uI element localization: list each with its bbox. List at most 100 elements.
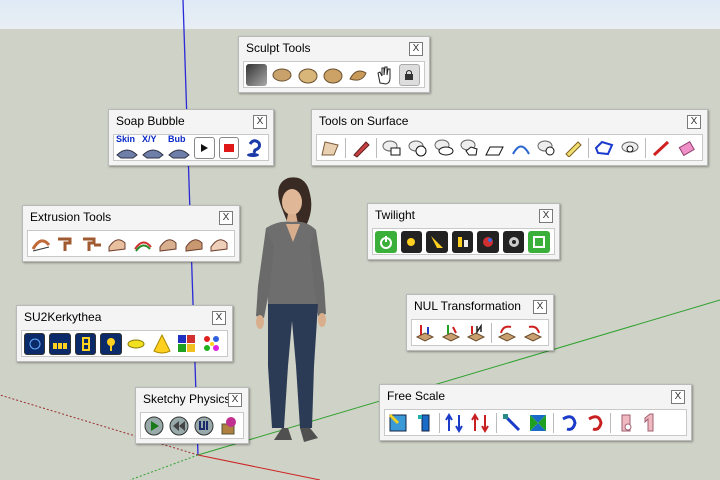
render-strip-icon[interactable] <box>49 332 71 355</box>
close-icon[interactable]: X <box>533 300 547 314</box>
surface-erase-icon[interactable] <box>676 137 698 159</box>
toolbar-titlebar[interactable]: Twilight X <box>368 204 559 226</box>
surface-rectangle-icon[interactable] <box>381 137 403 159</box>
rotate-icon[interactable] <box>496 322 518 344</box>
cone-icon[interactable] <box>151 333 172 355</box>
hand-icon[interactable] <box>373 64 394 86</box>
physics-ui-icon[interactable] <box>193 415 214 437</box>
toolbar-titlebar[interactable]: Extrusion Tools X <box>23 206 239 228</box>
close-icon[interactable]: X <box>409 42 423 56</box>
surface-line-icon[interactable] <box>650 137 672 159</box>
toolbar-titlebar[interactable]: Free Scale X <box>380 385 691 407</box>
toolbar-buttons <box>384 409 687 436</box>
close-icon[interactable]: X <box>253 115 267 129</box>
scale-down-icon[interactable] <box>470 412 492 434</box>
close-icon[interactable]: X <box>671 390 685 404</box>
close-icon[interactable]: X <box>212 311 226 325</box>
close-icon[interactable]: X <box>228 393 242 407</box>
close-icon[interactable]: X <box>687 115 701 129</box>
scale-taper-icon[interactable] <box>527 412 549 434</box>
toolbar-titlebar[interactable]: NUL Transformation X <box>407 295 553 317</box>
settings-icon[interactable] <box>451 230 474 253</box>
extrusion-tools-toolbar[interactable]: Extrusion Tools X <box>22 205 240 262</box>
export-icon[interactable] <box>528 230 551 253</box>
sketchup-viewport[interactable]: Sculpt Tools X Soap Bubble X Skin X/Y Bu… <box>0 0 720 480</box>
sculpt-inflate-icon[interactable] <box>297 64 318 86</box>
surface-contour-icon[interactable] <box>593 137 615 159</box>
close-icon[interactable]: X <box>219 211 233 225</box>
surface-arc-icon[interactable] <box>510 137 532 159</box>
surface-select-icon[interactable] <box>319 137 341 159</box>
extrude-mesh-icon[interactable] <box>183 233 205 255</box>
stop-icon[interactable] <box>218 136 240 159</box>
sculpt-tools-toolbar[interactable]: Sculpt Tools X <box>238 36 430 93</box>
physics-play-icon[interactable] <box>143 415 164 437</box>
lock-icon[interactable] <box>398 63 420 86</box>
nul-transformation-toolbar[interactable]: NUL Transformation X <box>406 294 554 351</box>
scale-stretch-icon[interactable] <box>413 412 435 434</box>
sculpt-flatten-icon[interactable] <box>348 64 369 86</box>
power-icon[interactable] <box>375 230 397 253</box>
twilight-toolbar[interactable]: Twilight X <box>367 203 560 260</box>
materials-icon[interactable] <box>176 333 197 355</box>
scale-one-icon[interactable] <box>641 412 663 434</box>
close-icon[interactable]: X <box>539 209 553 223</box>
scale-bend-icon[interactable] <box>584 412 606 434</box>
free-scale-toolbar[interactable]: Free Scale X <box>379 384 692 441</box>
gear-icon[interactable] <box>502 230 525 253</box>
help-icon[interactable] <box>243 137 264 159</box>
toolbar-title: NUL Transformation <box>414 299 521 313</box>
surface-circle-icon[interactable] <box>407 137 429 159</box>
extrude-bezier-icon[interactable] <box>132 233 154 255</box>
light-icon[interactable] <box>126 333 147 355</box>
sculpt-smooth-icon[interactable] <box>246 63 268 86</box>
surface-ellipse-icon[interactable] <box>433 137 455 159</box>
surface-polygon-icon[interactable] <box>459 137 481 159</box>
scale-diagonal-icon[interactable] <box>501 412 523 434</box>
physics-rewind-icon[interactable] <box>168 415 189 437</box>
surface-offset-icon[interactable] <box>536 137 558 159</box>
soap-bubble-toolbar[interactable]: Soap Bubble X Skin X/Y Bub <box>108 109 274 166</box>
transform-j-icon[interactable] <box>414 322 436 344</box>
tree-icon[interactable] <box>100 332 122 355</box>
extrude-by-rail-icon[interactable] <box>81 233 103 255</box>
sculpt-pinch-icon[interactable] <box>322 64 343 86</box>
extrude-by-face-icon[interactable] <box>56 233 78 255</box>
physics-joint-icon[interactable] <box>218 415 239 437</box>
sketchy-physics-toolbar[interactable]: Sketchy Physics X <box>135 387 249 444</box>
colors-icon[interactable] <box>202 333 223 355</box>
toolbar-buttons <box>316 134 703 161</box>
su2kerkythea-toolbar[interactable]: SU2Kerkythea X <box>16 305 233 362</box>
toolbar-titlebar[interactable]: Soap Bubble X <box>109 110 273 132</box>
scale-box-icon[interactable] <box>387 412 409 434</box>
extrude-skin-icon[interactable] <box>158 233 180 255</box>
surface-freehand-icon[interactable] <box>562 137 584 159</box>
extrude-lathe-icon[interactable] <box>107 233 129 255</box>
extrude-offset-icon[interactable] <box>209 233 231 255</box>
play-icon[interactable] <box>194 136 215 159</box>
sun-icon[interactable] <box>400 230 423 253</box>
surface-void-icon[interactable] <box>619 137 641 159</box>
scale-twist-icon[interactable] <box>558 412 580 434</box>
render-icon[interactable] <box>477 230 499 253</box>
toolbar-titlebar[interactable]: Sculpt Tools X <box>239 37 429 59</box>
surface-pen-icon[interactable] <box>350 137 372 159</box>
toolbar-titlebar[interactable]: Tools on Surface X <box>312 110 707 132</box>
scale-flip-icon[interactable] <box>615 412 637 434</box>
sculpt-bump-icon[interactable] <box>271 64 292 86</box>
toolbar-buttons: Skin X/Y Bub <box>113 134 269 161</box>
toolbar-titlebar[interactable]: Sketchy Physics X <box>136 388 248 410</box>
toolbar-titlebar[interactable]: SU2Kerkythea X <box>17 306 232 328</box>
rotate-reverse-icon[interactable] <box>522 322 544 344</box>
transform-n-icon[interactable] <box>466 322 488 344</box>
tools-on-surface-toolbar[interactable]: Tools on Surface X <box>311 109 708 166</box>
film-icon[interactable] <box>74 332 97 355</box>
xy-label: X/Y <box>142 134 157 144</box>
spotlight-icon[interactable] <box>426 230 448 253</box>
extrude-edges-icon[interactable] <box>30 233 52 255</box>
surface-parallelogram-icon[interactable] <box>485 137 507 159</box>
toolbar-title: Soap Bubble <box>116 114 185 128</box>
export-scene-icon[interactable] <box>24 332 46 355</box>
transform-v-icon[interactable] <box>440 322 462 344</box>
scale-up-icon[interactable] <box>444 412 466 434</box>
